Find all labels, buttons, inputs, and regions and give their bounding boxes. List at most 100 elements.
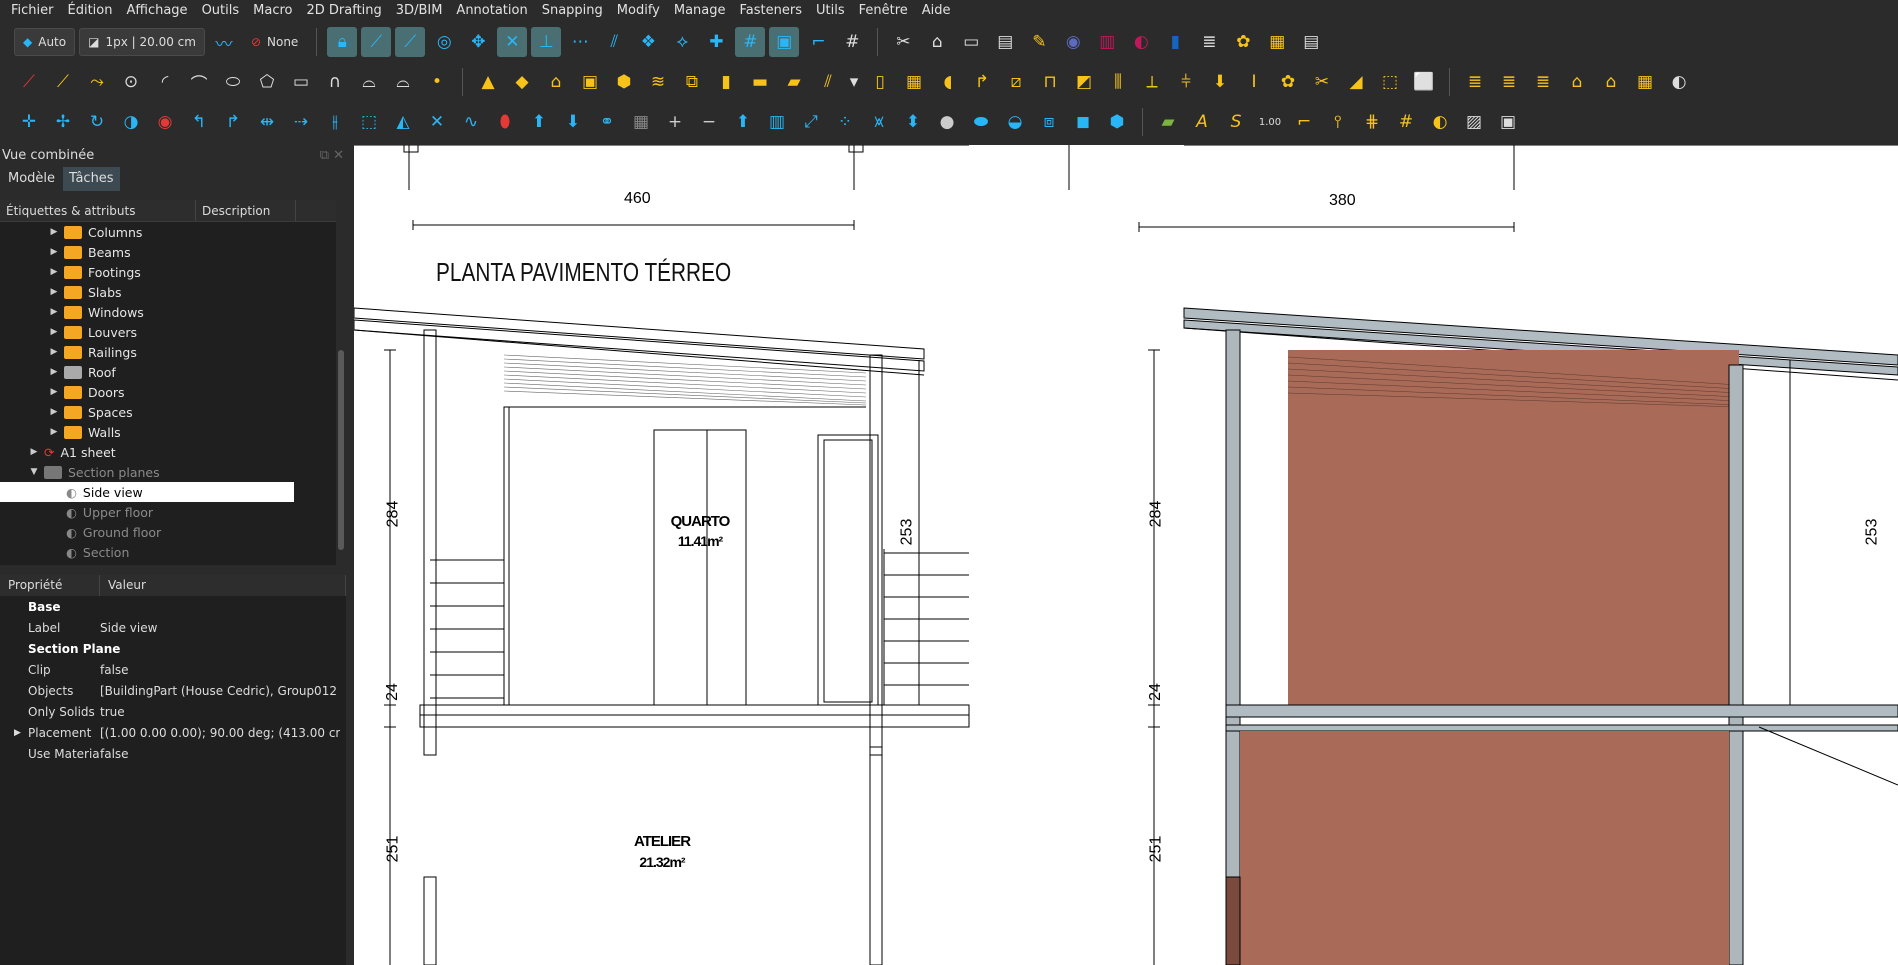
- ifc-sheet-icon[interactable]: ⌂: [1562, 67, 1592, 97]
- collapse-arrow-icon[interactable]: ▼: [28, 467, 40, 477]
- array-icon[interactable]: ▦: [626, 107, 656, 137]
- stretch-icon[interactable]: ⇹: [252, 107, 282, 137]
- expand-arrow-icon[interactable]: ▶: [48, 287, 60, 297]
- col-property[interactable]: Propriété: [0, 575, 100, 596]
- arch-wall-icon[interactable]: ▲: [473, 67, 503, 97]
- prop-label[interactable]: Label Side view: [0, 617, 346, 638]
- move-icon[interactable]: ✛: [14, 107, 44, 137]
- arch-building-icon[interactable]: Ⅰ: [1239, 67, 1269, 97]
- tree-item-windows[interactable]: ▶ Windows: [0, 302, 336, 322]
- menu-item-0[interactable]: Fichier: [4, 0, 61, 21]
- snap-midpoint-icon[interactable]: ⟋: [395, 27, 426, 57]
- sphere-icon[interactable]: ●: [932, 107, 962, 137]
- tree-item-doors[interactable]: ▶ Doors: [0, 382, 336, 402]
- shape2d-icon[interactable]: ⬮: [490, 107, 520, 137]
- mirror2-icon[interactable]: ⩙: [864, 107, 894, 137]
- annotation-style-icon[interactable]: ▰: [1153, 107, 1183, 137]
- tab-model[interactable]: Modèle: [2, 167, 61, 191]
- arch-axis-icon[interactable]: ⟂: [1137, 67, 1167, 97]
- arch-beam-icon[interactable]: ▬: [745, 67, 775, 97]
- cut-icon[interactable]: ◒: [1000, 107, 1030, 137]
- arch-door-icon[interactable]: ▯: [865, 67, 895, 97]
- snap-grid-icon[interactable]: #: [735, 27, 766, 57]
- menu-item-2[interactable]: Affichage: [119, 0, 194, 21]
- remove-icon[interactable]: −: [694, 107, 724, 137]
- 3d-view[interactable]: 460 380 PLANTA PAVIMENTO TÉRREO 284 24 2…: [354, 145, 1898, 965]
- group-base[interactable]: Base: [0, 596, 346, 617]
- path-array-icon[interactable]: ⤢: [796, 107, 826, 137]
- ifc-schedule-icon[interactable]: ▦: [1630, 67, 1660, 97]
- menu-item-7[interactable]: Annotation: [449, 0, 534, 21]
- label-icon[interactable]: ⌐: [1289, 107, 1319, 137]
- polar-array-icon[interactable]: ▥: [762, 107, 792, 137]
- prop-value[interactable]: [BuildingPart (House Cedric), Group012 (…: [100, 684, 340, 698]
- book-icon[interactable]: ▮: [1160, 27, 1190, 57]
- arrow-down-icon[interactable]: ⬇: [558, 107, 588, 137]
- menu-item-5[interactable]: 2D Drafting: [299, 0, 388, 21]
- drawing-icon[interactable]: ▭: [956, 27, 986, 57]
- menu-item-8[interactable]: Snapping: [535, 0, 610, 21]
- box-icon[interactable]: ◼: [1068, 107, 1098, 137]
- extrude-icon[interactable]: ⬆: [728, 107, 758, 137]
- snap-angle-icon[interactable]: ✥: [463, 27, 493, 57]
- rotate-icon[interactable]: ↻: [82, 107, 112, 137]
- menu-item-14[interactable]: Aide: [915, 0, 958, 21]
- grid-toggle-icon[interactable]: #: [837, 27, 867, 57]
- expand-arrow-icon[interactable]: ▶: [48, 387, 60, 397]
- snap-dimensions-icon[interactable]: ⌐: [803, 27, 833, 57]
- chamfer-icon[interactable]: ↱: [218, 107, 248, 137]
- shapestring-icon[interactable]: S: [1221, 107, 1251, 137]
- tree-item-spaces[interactable]: ▶ Spaces: [0, 402, 336, 422]
- cubic-bezier-icon[interactable]: ⌓: [388, 67, 418, 97]
- snap-special-icon[interactable]: ❖: [633, 27, 663, 57]
- arch-profile-icon[interactable]: ◢: [1341, 67, 1371, 97]
- arch-pipe-icon[interactable]: ◖: [933, 67, 963, 97]
- tree-item-walls[interactable]: ▶ Walls: [0, 422, 336, 442]
- menu-item-1[interactable]: Édition: [61, 0, 120, 21]
- ifc-group1-icon[interactable]: ≣: [1460, 67, 1490, 97]
- menu-item-10[interactable]: Manage: [667, 0, 733, 21]
- add-icon[interactable]: +: [660, 107, 690, 137]
- snap-intersection-icon[interactable]: ✕: [497, 27, 528, 57]
- snap-extension-icon[interactable]: ⋯: [565, 27, 595, 57]
- point-icon[interactable]: •: [422, 67, 452, 97]
- spreadsheet-icon[interactable]: ▦: [1262, 27, 1292, 57]
- autogroup-button[interactable]: ⊘ None: [243, 28, 306, 56]
- table-icon[interactable]: #: [1391, 107, 1421, 137]
- expand-arrow-icon[interactable]: ▶: [28, 447, 40, 457]
- arc-icon[interactable]: ◜: [150, 67, 180, 97]
- prop-use-material[interactable]: Use Materia...false: [0, 743, 346, 764]
- tree-item-roof[interactable]: ▶ Roof: [0, 362, 336, 382]
- arch-pipe-conn-icon[interactable]: ↱: [967, 67, 997, 97]
- fillet-icon[interactable]: ↰: [184, 107, 214, 137]
- linewidth-button[interactable]: ◪ 1px | 20.00 cm: [79, 28, 205, 56]
- offset-icon[interactable]: ◑: [116, 107, 146, 137]
- tree-item-ground-floor[interactable]: ◐ Ground floor: [0, 522, 336, 542]
- col-description[interactable]: Description: [196, 200, 296, 221]
- snap-ortho-icon[interactable]: ✚: [701, 27, 731, 57]
- eye-icon[interactable]: ◉: [150, 107, 180, 137]
- split-icon[interactable]: ⫲: [320, 107, 350, 137]
- panel-float-close-icons[interactable]: ⧉ ✕: [320, 145, 344, 167]
- tree-item-louvers[interactable]: ▶ Louvers: [0, 322, 336, 342]
- group-section-plane[interactable]: Section Plane: [0, 638, 346, 659]
- tab-tasks[interactable]: Tâches: [63, 167, 120, 191]
- image-icon[interactable]: ▣: [1493, 107, 1523, 137]
- ifc-level-icon[interactable]: ⌂: [1596, 67, 1626, 97]
- tree-item-a1-sheet[interactable]: ▶ ⟳ A1 sheet: [0, 442, 336, 462]
- tree-item-section[interactable]: ◐ Section: [0, 542, 336, 562]
- prop-value[interactable]: false: [100, 747, 340, 761]
- tree-scrollbar[interactable]: [336, 200, 346, 565]
- expand-arrow-icon[interactable]: ▶: [48, 307, 60, 317]
- prop-placement[interactable]: ▶ Placement [(1.00 0.00 0.00); 90.00 deg; …: [0, 722, 346, 743]
- shape-icon[interactable]: ⬢: [1102, 107, 1132, 137]
- wire-icon[interactable]: ⟋: [14, 67, 44, 97]
- arch-site-icon[interactable]: ⬇: [1205, 67, 1235, 97]
- ellipse-icon[interactable]: ⬭: [218, 67, 248, 97]
- arch-slab-icon[interactable]: ◆: [507, 67, 537, 97]
- arch-component-icon[interactable]: ✿: [1273, 67, 1303, 97]
- col-value[interactable]: Valeur: [100, 575, 346, 596]
- union-icon[interactable]: ⬬: [966, 107, 996, 137]
- tree-item-side-view[interactable]: ◐ Side view: [0, 482, 294, 502]
- style-icon[interactable]: 〰: [209, 27, 239, 57]
